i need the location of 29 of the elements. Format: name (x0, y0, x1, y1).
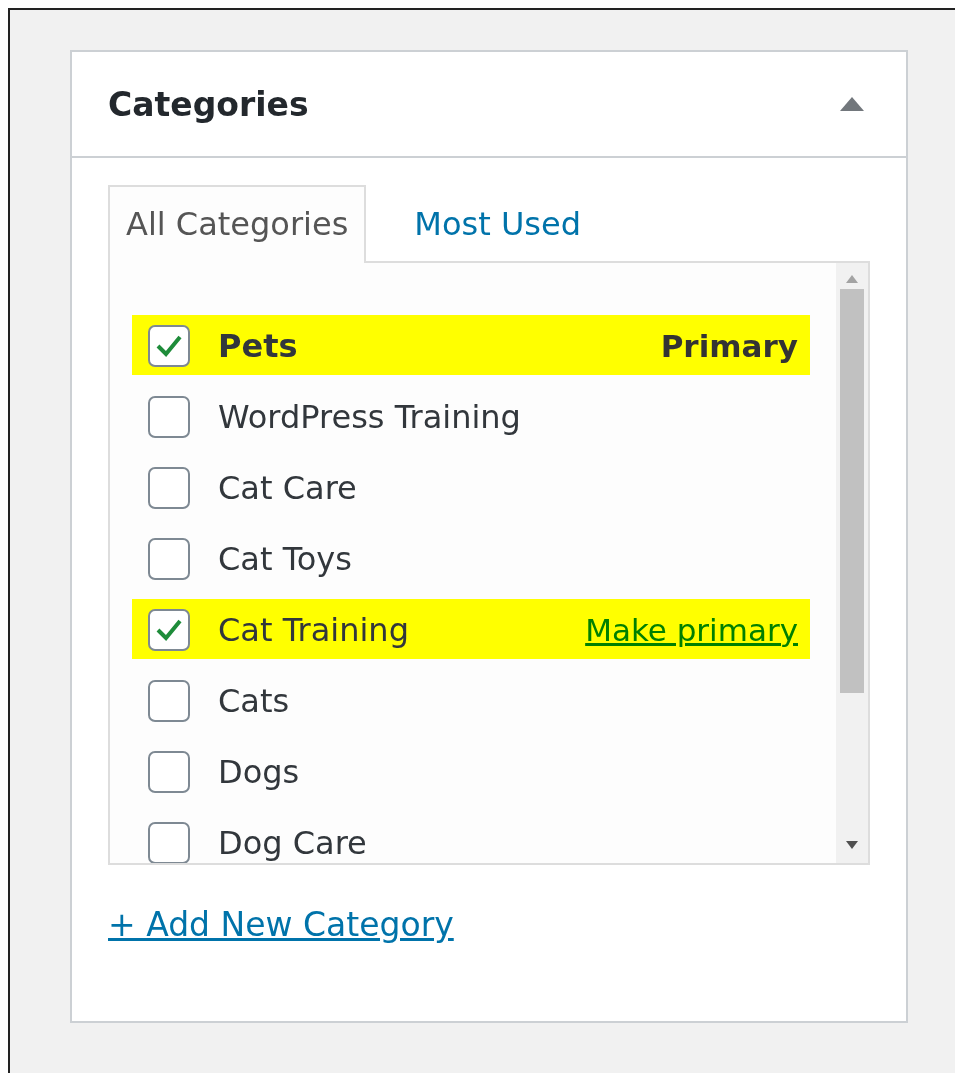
triangle-icon (840, 97, 864, 111)
checkmark-icon (155, 617, 183, 642)
make-primary-link[interactable]: Make primary (585, 611, 810, 648)
category-checkbox[interactable] (148, 608, 190, 651)
category-checkbox[interactable] (148, 466, 190, 509)
scrollbar[interactable] (836, 263, 868, 863)
add-category-link[interactable]: + Add New Category (108, 905, 454, 944)
category-label: Cat Training (218, 610, 409, 649)
category-label: Cats (218, 681, 290, 720)
category-checkbox[interactable] (148, 679, 190, 722)
category-checkbox[interactable] (148, 750, 190, 793)
category-label: Dogs (218, 752, 300, 791)
category-checkbox[interactable] (148, 537, 190, 580)
category-checkbox[interactable] (148, 395, 190, 438)
category-tab[interactable]: Most Used (396, 185, 599, 263)
category-checkbox[interactable] (148, 821, 190, 863)
category-label: Dog Care (218, 823, 367, 862)
category-label: WordPress Training (218, 397, 521, 436)
category-tab[interactable]: All Categories (108, 185, 367, 263)
primary-label: Primary (660, 327, 799, 364)
category-checkbox[interactable] (148, 324, 190, 367)
category-label: Cat Toys (218, 539, 352, 578)
scrollbar-thumb[interactable] (840, 289, 864, 693)
scroll-up-icon (846, 275, 858, 283)
category-label: Cat Care (218, 468, 357, 507)
panel-title: Categories (108, 84, 309, 124)
scroll-down-icon (846, 841, 858, 849)
checkmark-icon (155, 333, 183, 358)
category-label: Pets (218, 326, 298, 365)
